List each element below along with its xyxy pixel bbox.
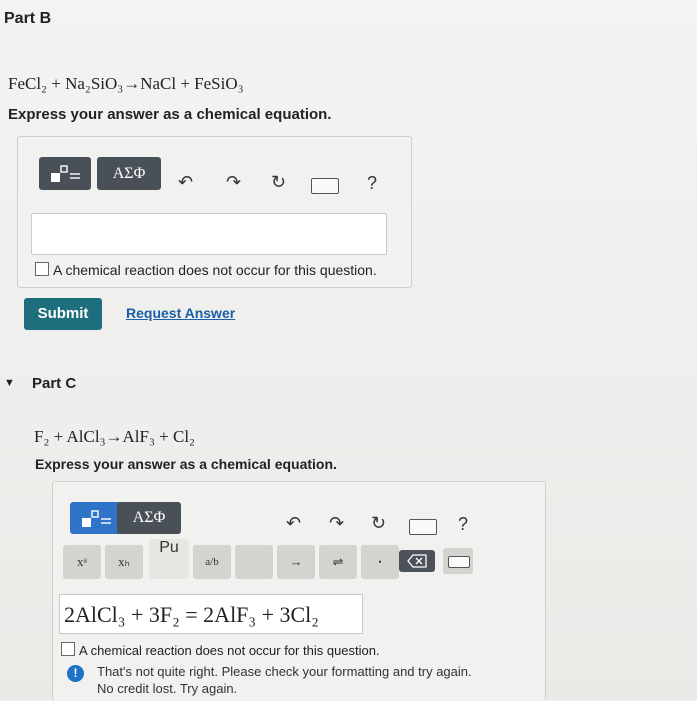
periodic-label: Pu xyxy=(159,539,179,556)
keyboard-toggle-icon xyxy=(448,556,470,568)
fraction-button[interactable]: a/b xyxy=(193,545,231,579)
part-c-no-reaction-label: A chemical reaction does not occur for t… xyxy=(79,643,380,658)
greek-symbols-button[interactable]: ΑΣΦ xyxy=(117,502,181,534)
help-icon[interactable]: ? xyxy=(458,514,468,535)
template-icon xyxy=(51,165,80,182)
collapse-caret-icon[interactable]: ▼ xyxy=(4,377,15,389)
fraction-label: a/b xyxy=(205,556,219,568)
part-c-no-reaction-option[interactable]: A chemical reaction does not occur for t… xyxy=(61,642,380,658)
greek-symbols-button[interactable]: ΑΣΦ xyxy=(97,157,161,190)
subscript-label: xₕ xyxy=(118,554,130,569)
dot-label: • xyxy=(378,557,382,567)
part-b-title: Part B xyxy=(4,10,52,27)
arrow-button[interactable]: → xyxy=(277,545,315,579)
equilibrium-button[interactable]: ⇌ xyxy=(319,545,357,579)
redo-icon[interactable]: ↷ xyxy=(329,513,344,534)
part-c-answer-input[interactable]: 2AlCl₃ + 3F₂ = 2AlF₃ + 3Cl₂ xyxy=(59,594,363,634)
help-icon[interactable]: ? xyxy=(367,173,377,194)
feedback-message: That's not quite right. Please check you… xyxy=(97,663,537,697)
equilibrium-label: ⇌ xyxy=(332,554,344,569)
part-b-answer-panel: ΑΣΦ ↶ ↷ ↻ ? A chemical reaction does not… xyxy=(17,136,412,288)
request-answer-link[interactable]: Request Answer xyxy=(126,305,235,321)
part-c-equation: F₂ + AlCl₃→AlF₃ + Cl₂ xyxy=(34,427,195,446)
state-symbol-button[interactable] xyxy=(235,545,273,579)
part-b-answer-input[interactable] xyxy=(31,213,387,255)
subscript-button[interactable]: xₕ xyxy=(105,545,143,579)
keyboard-toggle-button[interactable] xyxy=(443,548,473,574)
backspace-icon xyxy=(407,554,427,568)
part-c-title: Part C xyxy=(32,375,77,392)
redo-icon[interactable]: ↷ xyxy=(226,172,241,193)
template-button[interactable] xyxy=(39,157,91,190)
part-b-no-reaction-option[interactable]: A chemical reaction does not occur for t… xyxy=(35,262,377,278)
template-icon xyxy=(82,510,111,527)
greek-label: ΑΣΦ xyxy=(132,509,166,526)
undo-icon[interactable]: ↶ xyxy=(286,513,301,534)
part-b-instruction: Express your answer as a chemical equati… xyxy=(8,106,332,123)
part-c-answer-panel: ΑΣΦ ↶ ↷ ↻ ? Pu xᵃ xₕ a/b → ⇌ • 2AlCl₃ + … xyxy=(52,481,546,701)
keyboard-icon[interactable] xyxy=(409,519,437,535)
reset-icon[interactable]: ↻ xyxy=(271,172,286,193)
superscript-button[interactable]: xᵃ xyxy=(63,545,101,579)
part-c-no-reaction-checkbox[interactable] xyxy=(61,642,75,656)
periodic-table-button[interactable]: Pu xyxy=(149,539,189,579)
template-button[interactable] xyxy=(70,502,122,534)
warning-icon: ! xyxy=(67,665,84,682)
feedback-line-2: No credit lost. Try again. xyxy=(97,681,238,696)
superscript-label: xᵃ xyxy=(76,554,88,569)
keyboard-icon[interactable] xyxy=(311,178,339,194)
reset-icon[interactable]: ↻ xyxy=(371,513,386,534)
undo-icon[interactable]: ↶ xyxy=(178,172,193,193)
arrow-label: → xyxy=(289,554,303,569)
part-b-no-reaction-label: A chemical reaction does not occur for t… xyxy=(53,262,377,278)
dot-button[interactable]: • xyxy=(361,545,399,579)
submit-button[interactable]: Submit xyxy=(24,298,102,330)
part-b-equation: FeCl₂ + Na₂SiO₃→NaCl + FeSiO₃ xyxy=(8,74,244,93)
greek-label: ΑΣΦ xyxy=(112,165,146,182)
part-c-instruction: Express your answer as a chemical equati… xyxy=(35,456,337,472)
feedback-line-1: That's not quite right. Please check you… xyxy=(97,664,472,679)
delete-button[interactable] xyxy=(399,550,435,572)
part-b-no-reaction-checkbox[interactable] xyxy=(35,262,49,276)
